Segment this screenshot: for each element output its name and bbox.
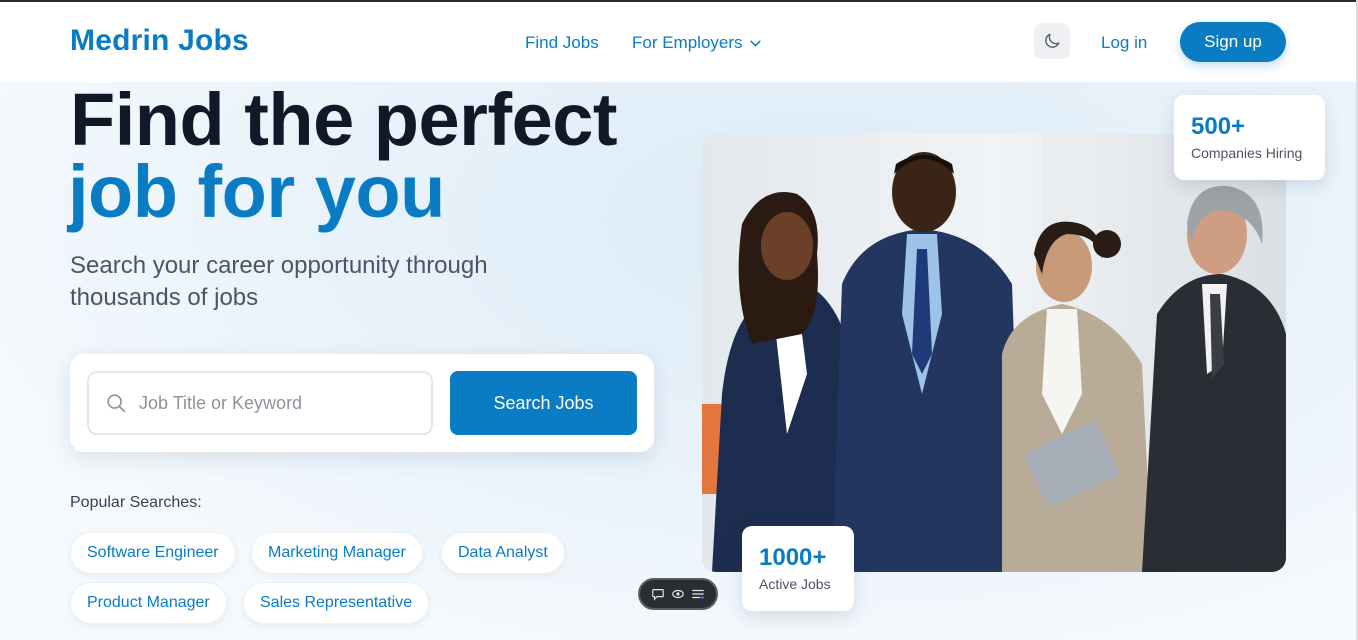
site-logo[interactable]: Medrin Jobs <box>70 24 249 58</box>
search-jobs-button[interactable]: Search Jobs <box>450 371 637 435</box>
popular-chip[interactable]: Product Manager <box>70 582 227 624</box>
eye-icon[interactable] <box>671 587 685 601</box>
login-link[interactable]: Log in <box>1101 33 1147 53</box>
list-icon[interactable] <box>691 587 705 601</box>
signup-button[interactable]: Sign up <box>1180 22 1286 62</box>
comment-icon[interactable] <box>651 587 665 601</box>
nav-for-employers-label: For Employers <box>632 33 743 52</box>
floating-toolbar <box>638 578 718 610</box>
popular-chip[interactable]: Software Engineer <box>70 532 236 574</box>
nav-find-jobs[interactable]: Find Jobs <box>525 33 599 53</box>
business-people-illustration <box>702 134 1286 572</box>
active-jobs-card: 1000+ Active Jobs <box>742 526 854 611</box>
hero-photo <box>702 134 1286 572</box>
nav-for-employers[interactable]: For Employers <box>632 33 762 53</box>
hero-subtitle: Search your career opportunity through t… <box>70 252 488 311</box>
search-icon <box>107 394 126 413</box>
site-header: Medrin Jobs Find Jobs For Employers Log … <box>0 2 1356 82</box>
moon-icon <box>1045 33 1060 48</box>
companies-count: 500+ <box>1191 113 1246 140</box>
hero-title-line-1: Find the perfect <box>70 78 618 161</box>
popular-chip[interactable]: Sales Representative <box>243 582 430 624</box>
popular-chip[interactable]: Marketing Manager <box>251 532 423 574</box>
search-input[interactable] <box>139 392 409 414</box>
search-field-wrapper[interactable] <box>87 371 433 435</box>
hero-title-line-2: job for you <box>68 150 445 233</box>
popular-chip[interactable]: Data Analyst <box>441 532 565 574</box>
jobs-label: Active Jobs <box>759 576 831 592</box>
theme-toggle-button[interactable] <box>1034 23 1070 59</box>
chevron-down-icon <box>749 40 761 46</box>
search-card: Search Jobs <box>70 354 654 452</box>
popular-searches-label: Popular Searches: <box>70 494 202 511</box>
companies-hiring-card: 500+ Companies Hiring <box>1174 95 1325 180</box>
jobs-count: 1000+ <box>759 544 827 571</box>
companies-label: Companies Hiring <box>1191 145 1303 161</box>
